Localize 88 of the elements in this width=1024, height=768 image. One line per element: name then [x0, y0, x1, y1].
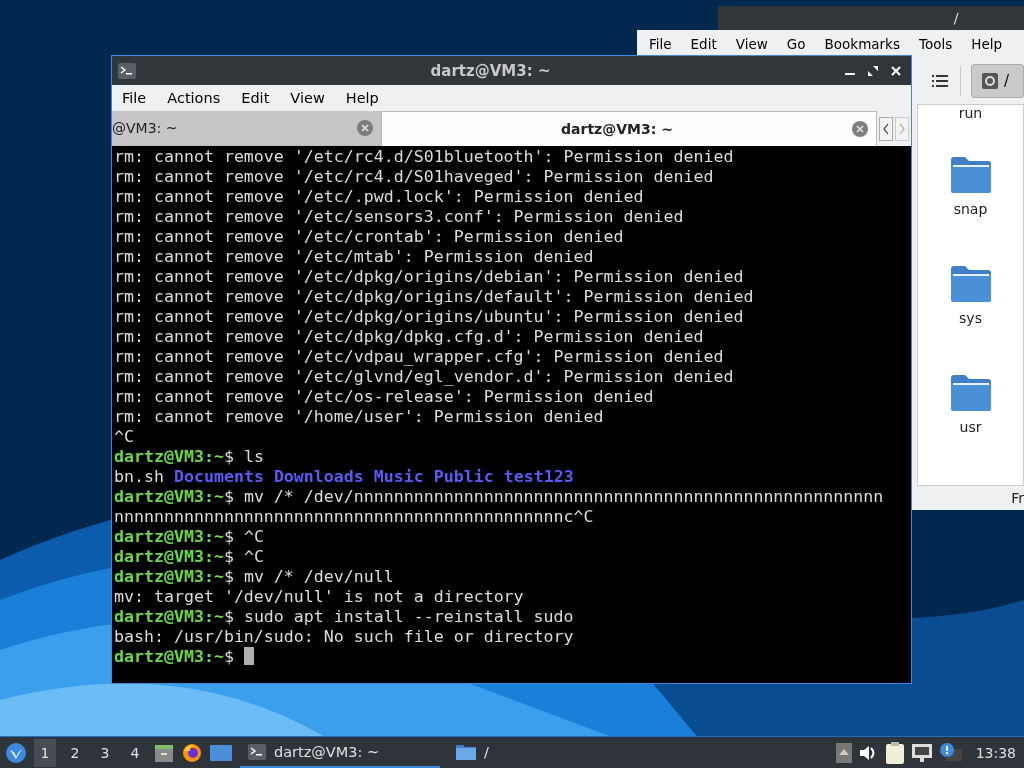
- browser-icon[interactable]: [182, 742, 202, 763]
- directory-name: Music: [373, 467, 424, 487]
- output-line: rm: cannot remove '/etc/crontab': Permission denied: [114, 227, 625, 247]
- output-line: rm: cannot remove '/etc/sensors3.conf': Permission denied: [114, 207, 685, 227]
- directory-name: Downloads: [273, 467, 364, 487]
- list-view-icon[interactable]: [932, 75, 948, 87]
- output-line: nnnnnnnnnnnnnnnnnnnnnnnnnnnnnnnnnnnnnnnnnnnnnc^C: [114, 507, 595, 527]
- menu-item[interactable]: View: [290, 90, 325, 106]
- command: $ ls: [223, 447, 264, 466]
- close-tab-icon[interactable]: [357, 120, 373, 136]
- prompt-symbol: $: [223, 647, 234, 666]
- command: $ ^C: [223, 547, 264, 566]
- task-button[interactable]: dartz@VM3: ~: [240, 737, 440, 768]
- output-line: rm: cannot remove '/etc/dpkg/origins/ubuntu': Permission denied: [114, 307, 745, 327]
- output-line: rm: cannot remove '/etc/vdpau_wrapper.cfg': Permission denied: [114, 347, 725, 367]
- window-title: dartz@VM3: ~: [429, 61, 552, 80]
- network-icon[interactable]: [911, 743, 932, 762]
- menu-item[interactable]: View: [735, 36, 768, 52]
- file-name[interactable]: run: [958, 105, 983, 121]
- workspace-button[interactable]: 2: [64, 738, 86, 767]
- tab[interactable]: @VM3: ~: [112, 111, 381, 146]
- notification-icon[interactable]: [939, 742, 962, 763]
- file-name[interactable]: snap: [953, 201, 988, 217]
- file-cabinet-icon[interactable]: [154, 742, 174, 763]
- output-line: rm: cannot remove '/etc/os-release': Permission denied: [114, 387, 655, 407]
- file-name: bn.sh: [114, 467, 164, 487]
- bird-logo-icon[interactable]: [6, 742, 26, 763]
- output-line: ^C: [114, 427, 135, 447]
- output-line: bash: /usr/bin/sudo: No such file or directory: [114, 627, 575, 647]
- prompt: dartz@VM3:~: [114, 487, 224, 506]
- close-tab-icon[interactable]: [852, 121, 868, 137]
- prompt: dartz@VM3:~: [114, 567, 224, 586]
- output-line: mv: target '/dev/null' is not a directory: [114, 587, 525, 607]
- workspace-button[interactable]: 1: [34, 738, 56, 767]
- output-line: rm: cannot remove '/etc/.pwd.lock': Permission denied: [114, 187, 645, 207]
- menu-item[interactable]: File: [122, 90, 147, 106]
- command: $ mv /* /dev/nnnnnnnnnnnnnnnnnnnnnnnnnnnnnnnnnnnnnnnnnnnnnnnnnnnnn: [223, 487, 884, 506]
- maximize-icon[interactable]: [868, 65, 878, 76]
- file-name[interactable]: usr: [959, 419, 982, 435]
- path-button[interactable]: /: [970, 64, 1024, 98]
- file-name[interactable]: sys: [959, 310, 982, 326]
- output-line: rm: cannot remove '/etc/rc4.d/S01haveged': Permission denied: [114, 167, 715, 187]
- command: $ mv /* /dev/null: [223, 567, 394, 586]
- menu-item[interactable]: File: [649, 36, 672, 52]
- window-title: /: [953, 10, 959, 26]
- menu-item[interactable]: Help: [345, 90, 379, 106]
- terminal-icon: [118, 62, 136, 79]
- menu-item[interactable]: Go: [786, 36, 806, 52]
- command: $ sudo apt install --reinstall sudo: [223, 607, 574, 626]
- folder-icon[interactable]: [950, 375, 991, 411]
- menu-item[interactable]: Help: [971, 36, 1002, 52]
- directory-name: test123: [503, 467, 574, 487]
- output-line: rm: cannot remove '/etc/mtab': Permission denied: [114, 247, 595, 267]
- output-line: rm: cannot remove '/etc/dpkg/dpkg.cfg.d': Permission denied: [114, 327, 705, 347]
- directory-name: Documents: [173, 467, 264, 487]
- scroll-left-icon[interactable]: [879, 116, 893, 141]
- output-line: rm: cannot remove '/home/user': Permission denied: [114, 407, 605, 427]
- desktop-icon[interactable]: [210, 744, 232, 761]
- menu-item[interactable]: Bookmarks: [824, 36, 900, 52]
- tray-expand-icon[interactable]: [835, 742, 852, 763]
- output-line: rm: cannot remove '/etc/rc4.d/S01bluetooth': Permission denied: [114, 147, 735, 167]
- prompt: dartz@VM3:~: [114, 607, 224, 626]
- tab[interactable]: dartz@VM3: ~: [381, 111, 877, 146]
- output-line: rm: cannot remove '/etc/dpkg/origins/debian': Permission denied: [114, 267, 745, 287]
- workspace-button[interactable]: 3: [94, 738, 116, 767]
- menu-item[interactable]: Tools: [918, 36, 953, 52]
- folder-icon[interactable]: [950, 266, 991, 302]
- menu-item[interactable]: Actions: [167, 90, 221, 106]
- task-button[interactable]: /: [448, 737, 497, 768]
- drive-icon: [981, 73, 998, 89]
- clipboard-icon[interactable]: [885, 741, 904, 764]
- menu-item[interactable]: Edit: [241, 90, 270, 106]
- folder-icon[interactable]: [950, 157, 991, 193]
- directory-name: Public: [433, 467, 494, 487]
- prompt: dartz@VM3:~: [114, 647, 224, 666]
- menu-item[interactable]: Edit: [690, 36, 717, 52]
- workspace-button[interactable]: 4: [124, 738, 146, 767]
- prompt: dartz@VM3:~: [114, 527, 224, 546]
- output-line: rm: cannot remove '/etc/glvnd/egl_vendor.d': Permission denied: [114, 367, 735, 387]
- terminal-icon: [248, 743, 266, 760]
- status-text: Fr: [1011, 490, 1024, 506]
- command: $ ^C: [223, 527, 264, 546]
- close-icon[interactable]: [891, 65, 901, 76]
- prompt: dartz@VM3:~: [114, 547, 224, 566]
- prompt: dartz@VM3:~: [114, 447, 224, 466]
- clock[interactable]: 13:38: [975, 744, 1016, 761]
- output-line: rm: cannot remove '/etc/dpkg/origins/default': Permission denied: [114, 287, 755, 307]
- folder-icon: [456, 743, 476, 760]
